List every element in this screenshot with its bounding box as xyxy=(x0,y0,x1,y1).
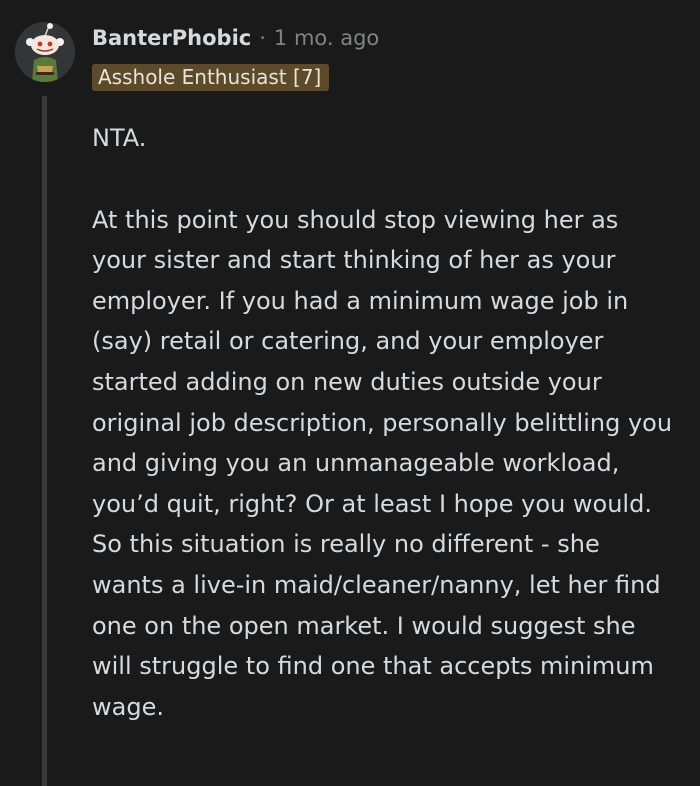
snoo-avatar-icon xyxy=(15,22,75,82)
comment-timestamp[interactable]: 1 mo. ago xyxy=(274,26,379,50)
comment-paragraph: At this point you should stop viewing he… xyxy=(92,205,673,721)
thread-line[interactable] xyxy=(42,96,47,786)
comment-header: BanterPhobic · 1 mo. ago xyxy=(92,26,379,50)
comment: BanterPhobic · 1 mo. ago Asshole Enthusi… xyxy=(0,0,700,786)
username-link[interactable]: BanterPhobic xyxy=(92,26,251,50)
user-flair-badge: Asshole Enthusiast [7] xyxy=(92,64,330,91)
meta-separator: · xyxy=(259,26,266,50)
comment-body: NTA. At this point you should stop viewi… xyxy=(92,118,677,727)
comment-paragraph: NTA. xyxy=(92,124,147,152)
user-avatar[interactable] xyxy=(15,22,75,82)
